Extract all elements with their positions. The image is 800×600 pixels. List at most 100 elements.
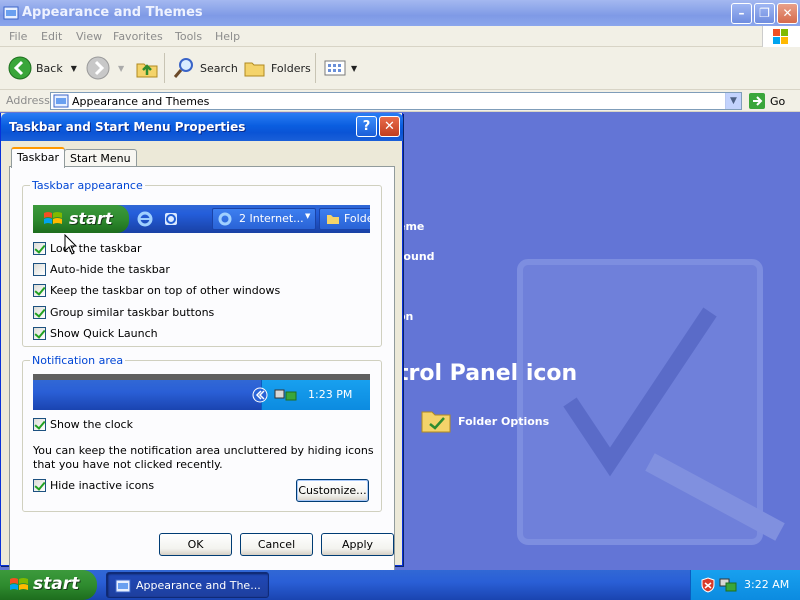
views-button[interactable]: ▼ bbox=[323, 55, 357, 81]
taskbar-item-label: Appearance and The... bbox=[136, 579, 261, 592]
maximize-button[interactable]: ❐ bbox=[754, 3, 775, 24]
clock[interactable]: 3:22 AM bbox=[744, 578, 789, 591]
hide-inactive-option[interactable]: Hide inactive icons bbox=[33, 479, 154, 492]
preview-task-label: 2 Internet... bbox=[239, 212, 304, 225]
menu-file[interactable]: File bbox=[9, 30, 27, 43]
auto-hide-checkbox[interactable] bbox=[33, 263, 46, 276]
search-label: Search bbox=[200, 61, 238, 75]
group-buttons-label: Group similar taskbar buttons bbox=[50, 306, 215, 319]
ok-button[interactable]: OK bbox=[159, 533, 232, 556]
quick-launch-checkbox[interactable] bbox=[33, 327, 46, 340]
control-panel-icon bbox=[115, 579, 131, 593]
go-label: Go bbox=[770, 94, 786, 108]
show-clock-label: Show the clock bbox=[50, 418, 133, 431]
lock-taskbar-option[interactable]: Lock the taskbar bbox=[33, 242, 142, 255]
back-button[interactable]: Back ▼ bbox=[8, 55, 77, 81]
preview-task-folder: Folde bbox=[319, 208, 370, 230]
group-buttons-option[interactable]: Group similar taskbar buttons bbox=[33, 306, 214, 319]
auto-hide-label: Auto-hide the taskbar bbox=[50, 263, 170, 276]
control-panel-icon bbox=[3, 6, 19, 20]
notification-preview: 1:23 PM bbox=[33, 374, 370, 410]
back-dropdown-icon[interactable]: ▼ bbox=[71, 64, 77, 73]
notification-preview-tray: 1:23 PM bbox=[252, 380, 370, 410]
address-label: Address bbox=[6, 94, 50, 107]
customize-button[interactable]: Customize... bbox=[296, 479, 369, 502]
dialog-titlebar[interactable]: Taskbar and Start Menu Properties ? ✕ bbox=[1, 113, 403, 141]
show-clock-option[interactable]: Show the clock bbox=[33, 418, 133, 431]
back-label: Back bbox=[36, 61, 63, 75]
forward-dropdown-icon[interactable]: ▼ bbox=[118, 64, 124, 73]
views-dropdown-icon[interactable]: ▼ bbox=[351, 64, 357, 73]
windows-taskbar: start Appearance and The... 3:22 AM bbox=[0, 570, 800, 600]
go-button[interactable]: Go bbox=[748, 92, 785, 110]
views-icon bbox=[324, 60, 346, 76]
menu-help[interactable]: Help bbox=[215, 30, 240, 43]
ie-quicklaunch-icon bbox=[137, 211, 153, 227]
hide-inactive-checkbox[interactable] bbox=[33, 479, 46, 492]
network-tray-icon bbox=[274, 389, 297, 401]
dialog-title: Taskbar and Start Menu Properties bbox=[9, 120, 246, 134]
windows-flag-icon bbox=[10, 578, 28, 590]
link-background[interactable]: round bbox=[398, 250, 435, 263]
menu-view[interactable]: View bbox=[76, 30, 102, 43]
keep-on-top-option[interactable]: Keep the taskbar on top of other windows bbox=[33, 284, 280, 297]
quick-launch-label: Show Quick Launch bbox=[50, 327, 158, 340]
address-value: Appearance and Themes bbox=[72, 95, 210, 108]
folder-icon bbox=[327, 215, 339, 224]
mouse-cursor-icon bbox=[64, 234, 78, 255]
folders-icon bbox=[244, 62, 265, 77]
taskbar-item-appearance[interactable]: Appearance and The... bbox=[106, 572, 269, 598]
system-tray: 3:22 AM bbox=[690, 570, 800, 600]
expand-chevron-icon bbox=[252, 387, 268, 403]
security-shield-icon[interactable] bbox=[701, 577, 715, 593]
explorer-titlebar[interactable]: Appearance and Themes – ❐ ✕ bbox=[0, 0, 800, 26]
menu-tools[interactable]: Tools bbox=[175, 30, 202, 43]
taskbar-preview: start 2 Internet... ▼ Folde bbox=[33, 205, 370, 233]
cancel-button[interactable]: Cancel bbox=[240, 533, 313, 556]
tab-taskbar[interactable]: Taskbar bbox=[11, 147, 65, 168]
outlook-quicklaunch-icon bbox=[165, 213, 177, 225]
up-folder-button[interactable] bbox=[135, 55, 159, 81]
menu-favorites[interactable]: Favorites bbox=[113, 30, 163, 43]
folder-options-link[interactable]: Folder Options bbox=[458, 415, 549, 428]
menu-bar: File Edit View Favorites Tools Help bbox=[0, 26, 800, 47]
up-folder-icon bbox=[136, 63, 158, 78]
menu-edit[interactable]: Edit bbox=[41, 30, 62, 43]
group-buttons-checkbox[interactable] bbox=[33, 306, 46, 319]
keep-on-top-label: Keep the taskbar on top of other windows bbox=[50, 284, 281, 297]
standard-toolbar: Back ▼ ▼ Search Folders ▼ bbox=[0, 47, 800, 90]
back-arrow-icon bbox=[8, 56, 32, 80]
dialog-close-button[interactable]: ✕ bbox=[379, 116, 400, 137]
keep-on-top-checkbox[interactable] bbox=[33, 284, 46, 297]
start-button[interactable]: start bbox=[0, 570, 97, 600]
close-button[interactable]: ✕ bbox=[777, 3, 798, 24]
show-clock-checkbox[interactable] bbox=[33, 418, 46, 431]
address-dropdown-icon[interactable]: ▼ bbox=[725, 93, 741, 109]
search-button[interactable]: Search bbox=[172, 55, 238, 81]
control-panel-icon bbox=[53, 94, 69, 108]
pick-icon-heading: trol Panel icon bbox=[398, 361, 578, 386]
auto-hide-option[interactable]: Auto-hide the taskbar bbox=[33, 263, 170, 276]
explorer-title: Appearance and Themes bbox=[22, 5, 203, 20]
toolbar-separator bbox=[315, 53, 316, 83]
apply-button[interactable]: Apply bbox=[321, 533, 394, 556]
minimize-button[interactable]: – bbox=[731, 3, 752, 24]
lock-taskbar-checkbox[interactable] bbox=[33, 242, 46, 255]
windows-flag-icon bbox=[44, 212, 62, 224]
toolbar-separator bbox=[164, 53, 165, 83]
address-field[interactable]: Appearance and Themes ▼ bbox=[50, 92, 742, 110]
help-button[interactable]: ? bbox=[356, 116, 377, 137]
preview-task-dropdown-icon: ▼ bbox=[305, 212, 311, 220]
folder-options-icon[interactable] bbox=[420, 406, 452, 434]
notification-area-label: Notification area bbox=[30, 354, 126, 367]
network-tray-icon[interactable] bbox=[719, 577, 737, 593]
start-label: start bbox=[33, 574, 80, 594]
folders-button[interactable]: Folders bbox=[243, 55, 311, 81]
quick-launch-option[interactable]: Show Quick Launch bbox=[33, 327, 158, 340]
forward-arrow-icon bbox=[86, 56, 110, 80]
go-arrow-icon bbox=[749, 93, 765, 109]
ie-icon bbox=[218, 212, 232, 226]
preview-start-button: start bbox=[33, 205, 129, 233]
forward-button[interactable]: ▼ bbox=[86, 55, 124, 81]
folders-label: Folders bbox=[271, 61, 311, 75]
